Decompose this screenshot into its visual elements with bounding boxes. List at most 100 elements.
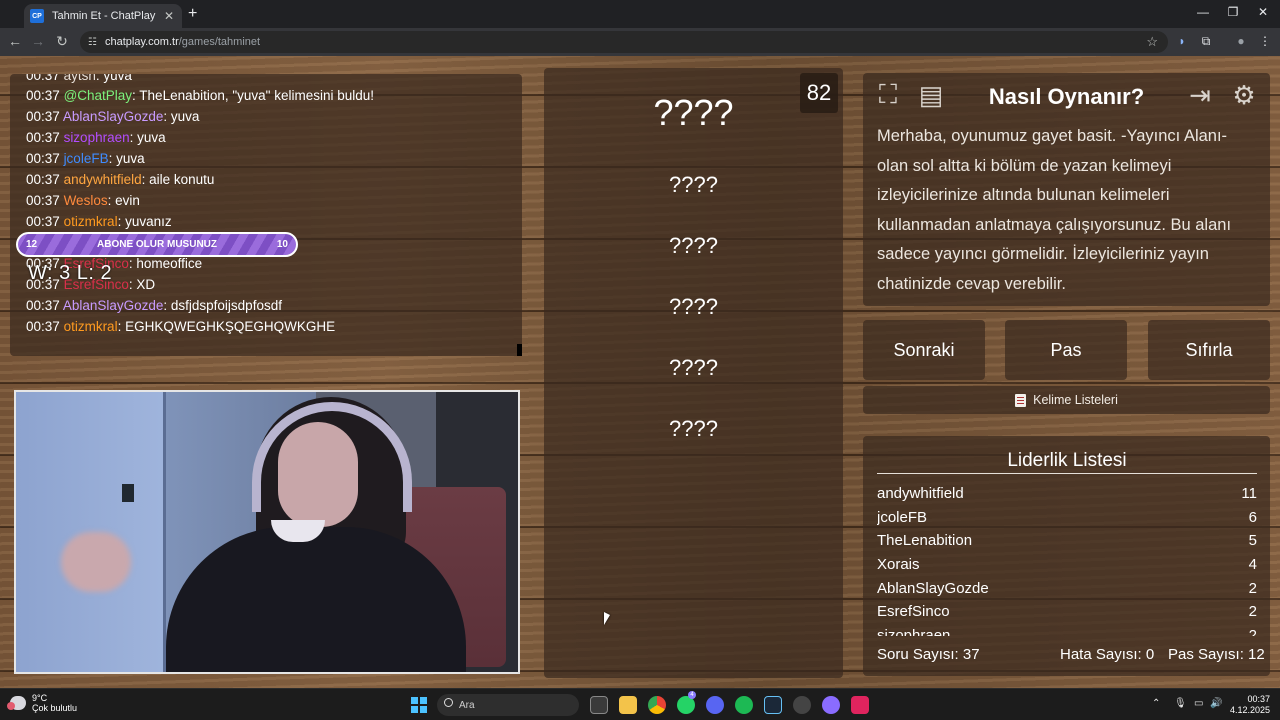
close-tab-icon[interactable]: ✕ [162,9,176,23]
leaderboard-row: jcoleFB 6 [877,508,1257,526]
leaderboard-title: Liderlik Listesi [1007,450,1127,471]
leaderboard-row: AblanSlayGozde 2 [877,579,1257,597]
notepad-icon [1015,393,1027,407]
chat-message: 00:37 @ChatPlay: TheLenabition, "yuva" k… [26,88,375,103]
chat-username: sizophraen [63,130,130,145]
task-view-icon[interactable] [590,696,608,714]
menu-dots-icon[interactable]: ⋮ [1257,34,1273,48]
chat-message: 00:37 AblanSlayGozde: yuva [26,109,200,124]
chat-message: 00:37 sizophraen: yuva [26,130,166,145]
chat-username: otizmkral [63,214,118,229]
restore-button[interactable]: ❐ [1218,5,1248,19]
weather-condition: Çok bulutlu [32,703,78,713]
clock-date: 4.12.2025 [1229,705,1270,715]
chat-username: andywhitfield [63,172,142,187]
taskbar: 9°C Çok bulutlu Ara 4 ⌃ 🎙 ▭ 🔊 00:37 4.12… [0,688,1280,720]
chat-message: 00:37 otizmkral: yuvanız [26,214,172,229]
chat-message: 00:37 AblanSlayGozde: dsfjdspfoijsdpfosd… [26,298,282,313]
weather-widget[interactable]: 9°C Çok bulutlu [7,693,78,713]
display-icon[interactable]: ▭ [1194,698,1203,709]
error-count: Hata Sayısı: 0 [1060,646,1155,663]
chrome-icon[interactable] [648,696,666,714]
chevron-up-icon[interactable]: ⌃ [1152,698,1160,709]
how-to-play-text: Merhaba, oyunumuz gayet basit. -Yayıncı … [877,127,1232,293]
clock[interactable]: 00:37 4.12.2025 [1226,694,1270,716]
forbidden-word: ???? [669,172,718,197]
chat-username: AblanSlayGozde [62,109,164,124]
goal-label: ABONE OLUR MUSUNUZ [97,239,217,250]
app-icon[interactable] [851,696,869,714]
site-info-icon[interactable]: ☷ [88,37,97,48]
extension-icon[interactable]: ◗ [1174,34,1190,48]
chat-username: jcoleFB [63,151,109,166]
chat-username: Weslos [63,193,108,208]
logout-icon[interactable]: ⇥ [1182,77,1218,113]
spotify-icon[interactable] [735,696,753,714]
chat-username: AblanSlayGozde [62,298,164,313]
reload-icon[interactable]: ↻ [52,33,72,50]
reset-button[interactable]: Sıfırla [1148,320,1270,380]
microphone-icon[interactable]: 🎙 [1174,698,1187,709]
chat-message: 00:37 Weslos: evin [26,193,140,208]
search-icon [444,698,453,707]
forbidden-word: ???? [669,416,718,441]
game-page: 00:37 aytsh: yuva 00:37 @ChatPlay: TheLe… [0,56,1280,688]
webcam-feed [14,390,520,674]
tab-title: Tahmin Et - ChatPlay [52,10,156,22]
divider [877,473,1257,474]
leaderboard-row: EsrefSinco 2 [877,603,1257,621]
leaderboard-row: TheLenabition 5 [877,532,1257,550]
url-domain: chatplay.com.tr [104,36,179,48]
browser-tab[interactable]: CP Tahmin Et - ChatPlay ✕ [24,4,182,28]
back-icon[interactable]: ← [5,33,25,49]
close-window-button[interactable]: ✕ [1248,5,1278,19]
leaderboard-row: sizophraen 2 [877,626,1257,636]
cloud-icon [7,696,26,710]
notification-badge: 4 [688,691,696,699]
file-explorer-icon[interactable] [619,696,637,714]
taskbar-search[interactable]: Ara [437,694,579,716]
pass-button[interactable]: Pas [1005,320,1127,380]
subscriber-goal-bar: 12 ABONE OLUR MUSUNUZ 10 [16,232,298,257]
url-path: /games/tahminet [178,36,261,48]
leaderboard-row: Xorais 4 [877,556,1257,574]
bookmark-star-icon[interactable]: ☆ [1146,34,1158,50]
favicon-icon: CP [30,9,44,23]
mouse-cursor-icon [604,612,610,625]
app-icon[interactable] [822,696,840,714]
leaderboard-row: andywhitfield 11 [877,485,1257,503]
question-count: Soru Sayısı: 37 [877,646,980,663]
chat-message: 00:37 otizmkral: EGHKQWEGHKŞQEGHQWKGHE [26,319,336,334]
address-bar[interactable]: ☷ chatplay.com.tr /games/tahminet ☆ [80,31,1168,53]
minimize-button[interactable]: — [1188,5,1218,19]
next-button[interactable]: Sonraki [863,320,985,380]
chat-username: aytsh [63,74,96,83]
settings-app-icon[interactable] [793,696,811,714]
chat-username: otizmkral [63,319,118,334]
profile-avatar-icon[interactable]: ● [1233,34,1249,48]
pass-count: Pas Sayısı: 12 [1168,646,1265,663]
discord-icon[interactable] [706,696,724,714]
goal-target: 10 [276,239,288,250]
clock-time: 00:37 [1247,694,1270,704]
leaderboard-list[interactable]: andywhitfield 11 jcoleFB 6 TheLenabition 5 … [877,482,1257,636]
win-loss-counter: W: 3 L: 2 [28,262,113,284]
forbidden-word: ???? [669,233,718,258]
windows-start-icon[interactable] [411,697,427,713]
word-lists-label: Kelime Listeleri [1033,393,1118,407]
chat-message: 00:37 andywhitfield: aile konutu [26,172,215,187]
chat-panel: 00:37 aytsh: yuva 00:37 @ChatPlay: TheLe… [10,74,522,356]
gear-icon[interactable]: ⚙ [1226,77,1262,113]
forward-icon[interactable]: → [28,33,48,49]
volume-icon[interactable]: 🔊 [1210,698,1222,709]
chat-scrollbar[interactable] [517,344,522,356]
new-tab-button[interactable]: + [188,5,202,23]
search-placeholder: Ara [459,699,475,711]
chat-message: 00:37 jcoleFB: yuva [26,151,145,166]
word-lists-button[interactable]: Kelime Listeleri [863,386,1270,414]
tab-strip: CP Tahmin Et - ChatPlay ✕ + — ❐ ✕ [0,0,1280,28]
steam-icon[interactable] [764,696,782,714]
chat-message: 00:37 aytsh: yuva [26,74,132,83]
extensions-puzzle-icon[interactable]: ⧉ [1198,34,1214,49]
chat-username: @ChatPlay [63,88,133,103]
